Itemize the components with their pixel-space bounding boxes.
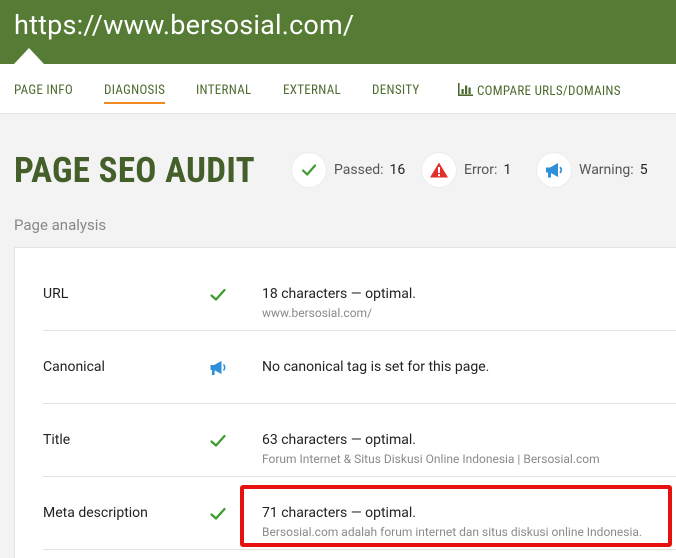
megaphone-icon xyxy=(210,361,226,375)
row-result: No canonical tag is set for this page. xyxy=(262,359,490,375)
tab-compare-label: COMPARE URLS/DOMAINS xyxy=(477,84,621,99)
analysis-row-url: URL 18 characters — optimal. www.bersosi… xyxy=(43,258,676,331)
row-name: Title xyxy=(43,432,71,448)
tab-density[interactable]: DENSITY xyxy=(372,83,420,98)
bar-chart-icon xyxy=(458,83,473,96)
check-icon xyxy=(210,507,226,520)
check-icon xyxy=(210,288,226,301)
error-label: Error: xyxy=(464,162,498,178)
warning-triangle-icon xyxy=(430,162,448,178)
row-detail: www.bersosial.com/ xyxy=(262,306,373,320)
row-name: Meta description xyxy=(43,505,148,521)
analysis-row-title: Title 63 characters — optimal. Forum Int… xyxy=(43,404,676,477)
warning-stat: Warning: 5 xyxy=(537,153,648,187)
tab-compare-urls[interactable]: COMPARE URLS/DOMAINS xyxy=(458,83,621,99)
page-title: PAGE SEO AUDIT xyxy=(14,150,255,191)
tab-external[interactable]: EXTERNAL xyxy=(283,83,341,98)
megaphone-icon xyxy=(546,163,563,178)
row-result: 18 characters — optimal. xyxy=(262,286,416,302)
header-pointer xyxy=(14,48,44,64)
passed-count: 16 xyxy=(389,162,406,178)
check-icon xyxy=(210,434,226,447)
url-header: https://www.bersosial.com/ xyxy=(0,0,676,64)
passed-label: Passed: xyxy=(334,162,384,178)
error-count: 1 xyxy=(503,162,512,178)
page-url: https://www.bersosial.com/ xyxy=(14,9,355,41)
row-detail: Forum Internet & Situs Diskusi Online In… xyxy=(262,452,600,466)
tab-internal[interactable]: INTERNAL xyxy=(196,83,252,98)
error-stat: Error: 1 xyxy=(422,153,511,187)
section-heading: Page analysis xyxy=(14,216,107,234)
passed-stat: Passed: 16 xyxy=(292,153,405,187)
check-icon xyxy=(301,164,317,176)
analysis-row-canonical: Canonical No canonical tag is set for th… xyxy=(43,331,676,404)
row-name: Canonical xyxy=(43,359,105,375)
row-name: URL xyxy=(43,286,69,302)
warning-label: Warning: xyxy=(579,162,634,178)
tab-page-info[interactable]: PAGE INFO xyxy=(14,83,73,98)
tab-diagnosis[interactable]: DIAGNOSIS xyxy=(104,83,166,104)
row-result: 63 characters — optimal. xyxy=(262,432,416,448)
tab-navigation: PAGE INFO DIAGNOSIS INTERNAL EXTERNAL DE… xyxy=(0,64,676,114)
highlight-box xyxy=(240,485,672,547)
warning-count: 5 xyxy=(639,162,648,178)
